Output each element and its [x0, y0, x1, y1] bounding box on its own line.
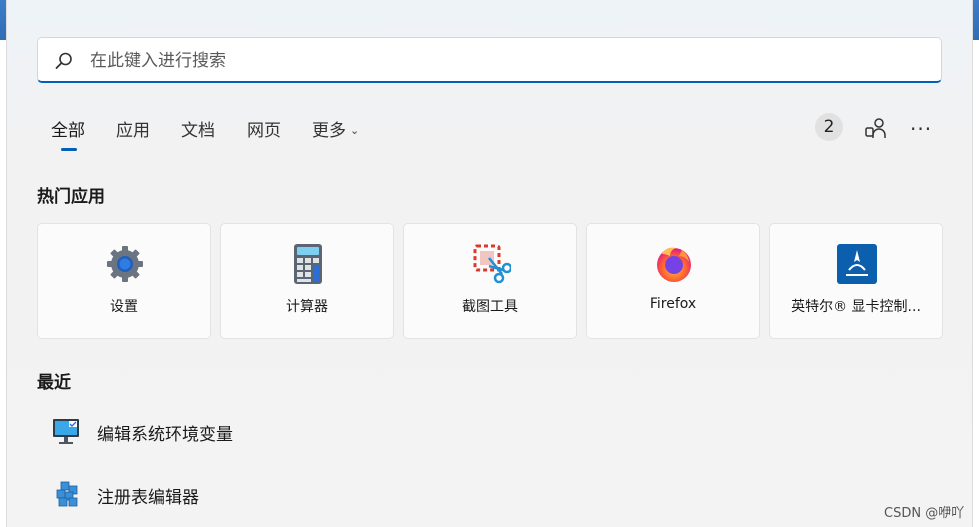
tab-apps[interactable]: 应用 [116, 116, 150, 141]
tab-documents-label: 文档 [181, 121, 215, 141]
tab-web[interactable]: 网页 [247, 116, 281, 141]
calculator-icon [294, 244, 322, 284]
search-input[interactable] [88, 38, 912, 84]
recent-item-registry-editor[interactable]: 注册表编辑器 [7, 474, 407, 514]
tab-more[interactable]: 更多 ⌄ [312, 116, 359, 141]
gear-icon [107, 246, 143, 282]
recent-item-label: 注册表编辑器 [97, 488, 199, 508]
app-tile-label: 截图工具 [462, 299, 518, 315]
intel-graphics-icon [837, 244, 877, 284]
tab-active-indicator [61, 148, 77, 151]
top-apps-heading: 热门应用 [37, 187, 105, 207]
search-icon [55, 52, 72, 69]
app-tile-intel-graphics[interactable]: 英特尔® 显卡控制... [769, 223, 943, 339]
app-tile-snipping-tool[interactable]: 截图工具 [403, 223, 577, 339]
recent-item-environment-variables[interactable]: 编辑系统环境变量 [7, 411, 407, 451]
recent-heading: 最近 [37, 373, 71, 393]
firefox-icon [657, 247, 691, 282]
tab-more-label: 更多 [312, 121, 346, 141]
tab-web-label: 网页 [247, 121, 281, 141]
recent-item-label: 编辑系统环境变量 [97, 425, 233, 445]
watermark-text: CSDN @咿吖 [884, 506, 965, 521]
tab-all[interactable]: 全部 [51, 116, 85, 151]
search-box[interactable] [37, 37, 942, 84]
app-tile-label: 英特尔® 显卡控制... [791, 299, 921, 315]
chevron-down-icon: ⌄ [350, 124, 360, 137]
rewards-badge[interactable]: 2 [815, 113, 843, 141]
tab-documents[interactable]: 文档 [181, 116, 215, 141]
app-tile-settings[interactable]: 设置 [37, 223, 211, 339]
more-options-icon[interactable]: ··· [910, 117, 932, 141]
app-tile-label: Firefox [649, 296, 697, 312]
snipping-tool-icon [473, 244, 511, 284]
app-tile-calculator[interactable]: 计算器 [220, 223, 394, 339]
regedit-icon [56, 481, 78, 507]
app-tile-firefox[interactable]: Firefox [586, 223, 760, 339]
account-switch-icon[interactable] [864, 116, 888, 140]
tab-apps-label: 应用 [116, 121, 150, 141]
start-search-panel: 全部 应用 文档 网页 更多 ⌄ 2 ··· 热门应用 [6, 0, 973, 527]
app-tile-label: 设置 [110, 299, 138, 315]
tab-all-label: 全部 [51, 121, 85, 141]
app-tile-label: 计算器 [286, 299, 328, 315]
system-properties-icon [53, 419, 79, 444]
